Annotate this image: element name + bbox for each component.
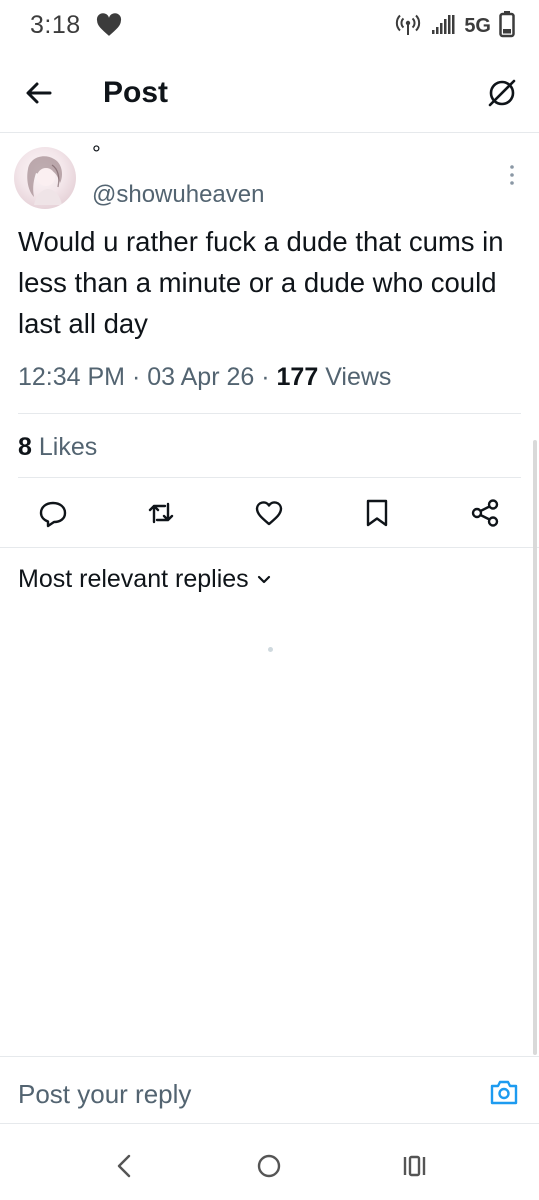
display-name[interactable]: ° [92, 141, 101, 167]
post-date: 03 Apr 26 [147, 363, 255, 391]
back-button[interactable] [22, 78, 56, 108]
meta-separator: · [261, 363, 270, 391]
back-nav-button[interactable] [110, 1151, 140, 1181]
divider [0, 547, 539, 548]
recents-nav-icon [403, 1155, 426, 1177]
likes-summary[interactable]: 8 Likes [18, 433, 97, 462]
divider [18, 477, 521, 478]
likes-count: 8 [18, 433, 32, 461]
views-count: 177 [276, 363, 319, 391]
hotspot-icon [394, 11, 422, 42]
network-type: 5G [464, 15, 491, 37]
reply-icon [39, 501, 67, 528]
like-icon [255, 501, 283, 526]
grok-button[interactable] [485, 76, 519, 110]
signal-icon [430, 12, 456, 41]
scrollbar[interactable] [533, 440, 537, 1055]
recents-nav-button[interactable] [400, 1151, 430, 1181]
camera-icon [490, 1080, 518, 1105]
repost-icon [148, 502, 174, 524]
status-icons: 5G [394, 10, 515, 43]
camera-button[interactable] [489, 1077, 519, 1107]
avatar-image [27, 156, 62, 205]
battery-icon [499, 10, 515, 43]
bookmark-icon [366, 499, 388, 527]
divider [18, 413, 521, 414]
replies-sort-dropdown[interactable]: Most relevant replies [18, 565, 271, 594]
reply-button[interactable] [37, 497, 69, 529]
heart-icon [96, 13, 122, 42]
share-button[interactable] [469, 497, 501, 529]
likes-label: Likes [38, 433, 98, 461]
home-nav-icon [257, 1154, 281, 1178]
bookmark-button[interactable] [361, 497, 393, 529]
post-meta: 12:34 PM · 03 Apr 26 · 177 Views [18, 363, 391, 392]
repost-button[interactable] [145, 497, 177, 529]
app-bar: Post [0, 52, 539, 133]
like-button[interactable] [253, 497, 285, 529]
avatar[interactable] [14, 147, 76, 209]
action-bar [0, 481, 539, 547]
reply-bar: Post your reply [0, 1056, 539, 1124]
system-nav-bar [0, 1123, 539, 1200]
grok-icon [488, 79, 516, 107]
more-vertical-icon [510, 165, 514, 185]
reply-input[interactable]: Post your reply [18, 1079, 191, 1110]
meta-separator: · [131, 363, 141, 391]
post-time: 12:34 PM [18, 363, 126, 391]
user-handle[interactable]: @showuheaven [92, 181, 264, 209]
replies-sort-label: Most relevant replies [18, 565, 249, 593]
chevron-down-icon [257, 575, 270, 583]
post-text: Would u rather fuck a dude that cums in … [18, 226, 504, 339]
loading-indicator [268, 647, 273, 652]
status-time: 3:18 [30, 11, 81, 39]
share-icon [471, 499, 499, 527]
views-label: Views [325, 363, 392, 391]
home-nav-button[interactable] [254, 1151, 284, 1181]
status-bar: 3:18 5G [0, 0, 539, 52]
page-title: Post [103, 76, 169, 109]
more-options-button[interactable] [507, 163, 517, 187]
arrow-left-icon [26, 82, 52, 104]
back-nav-icon [117, 1154, 131, 1178]
